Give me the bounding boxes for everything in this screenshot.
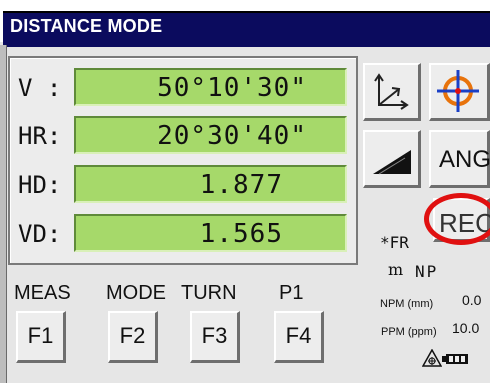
hd-label: HD: [18, 171, 62, 199]
f3-button[interactable]: F3 [190, 311, 240, 363]
battery-icon [446, 354, 468, 364]
hr-label: HR: [18, 122, 62, 150]
hd-value: 1.877 [199, 170, 283, 200]
f2-button[interactable]: F2 [108, 311, 158, 363]
coordinate-button[interactable] [363, 63, 421, 121]
crosshair-target-icon [431, 70, 487, 123]
row-vd: VD: 1.565 [10, 210, 356, 256]
row-v: V : 50°10'30" [10, 64, 356, 110]
slope-button[interactable] [363, 130, 421, 188]
f4-button[interactable]: F4 [274, 311, 324, 363]
unit-indicator: m [388, 260, 404, 279]
row-hd: HD: 1.877 [10, 161, 356, 207]
f4-key-label: F4 [285, 323, 312, 348]
npm-label: NPM (mm) [380, 298, 434, 310]
ang-button[interactable]: ANG [429, 130, 490, 188]
v-value-box: 50°10'30" [74, 68, 347, 106]
vd-value-box: 1.565 [74, 214, 347, 252]
vd-value: 1.565 [199, 219, 283, 249]
fr-status: *FR [380, 233, 409, 252]
ppm-label: PPM (ppm) [381, 326, 437, 338]
f3-key-label: F3 [201, 323, 228, 348]
f3-function-label: TURN [181, 282, 237, 304]
measurement-panel: V : 50°10'30" HR: 20°30'40" HD: 1.877 VD… [8, 56, 358, 265]
slope-icon [365, 150, 419, 190]
window-title: DISTANCE MODE [10, 16, 163, 36]
coordinate-axes-icon [365, 73, 419, 123]
v-label: V : [18, 74, 62, 102]
f1-key-label: F1 [27, 323, 54, 348]
ang-label: ANG [439, 146, 490, 173]
distance-mode-screen: DISTANCE MODE V : 50°10'30" HR: 20°30'40… [0, 0, 490, 383]
v-value: 50°10'30" [157, 73, 307, 103]
f2-key-label: F2 [119, 323, 146, 348]
npm-value: 0.0 [462, 292, 482, 308]
rec-highlight-circle [424, 193, 490, 245]
vd-label: VD: [18, 220, 62, 248]
f1-function-label: MEAS [14, 282, 71, 304]
f1-button[interactable]: F1 [16, 311, 66, 363]
ppm-value: 10.0 [452, 320, 480, 336]
f4-function-label: P1 [279, 282, 304, 304]
hr-value: 20°30'40" [157, 121, 307, 151]
hd-value-box: 1.877 [74, 165, 347, 203]
row-hr: HR: 20°30'40" [10, 112, 356, 158]
title-bar: DISTANCE MODE [0, 0, 490, 47]
np-indicator: NP [415, 262, 439, 281]
f2-function-label: MODE [106, 282, 166, 304]
prism-icon [421, 348, 443, 372]
left-frame [0, 45, 7, 383]
hr-value-box: 20°30'40" [74, 116, 347, 154]
target-button[interactable] [429, 63, 490, 121]
